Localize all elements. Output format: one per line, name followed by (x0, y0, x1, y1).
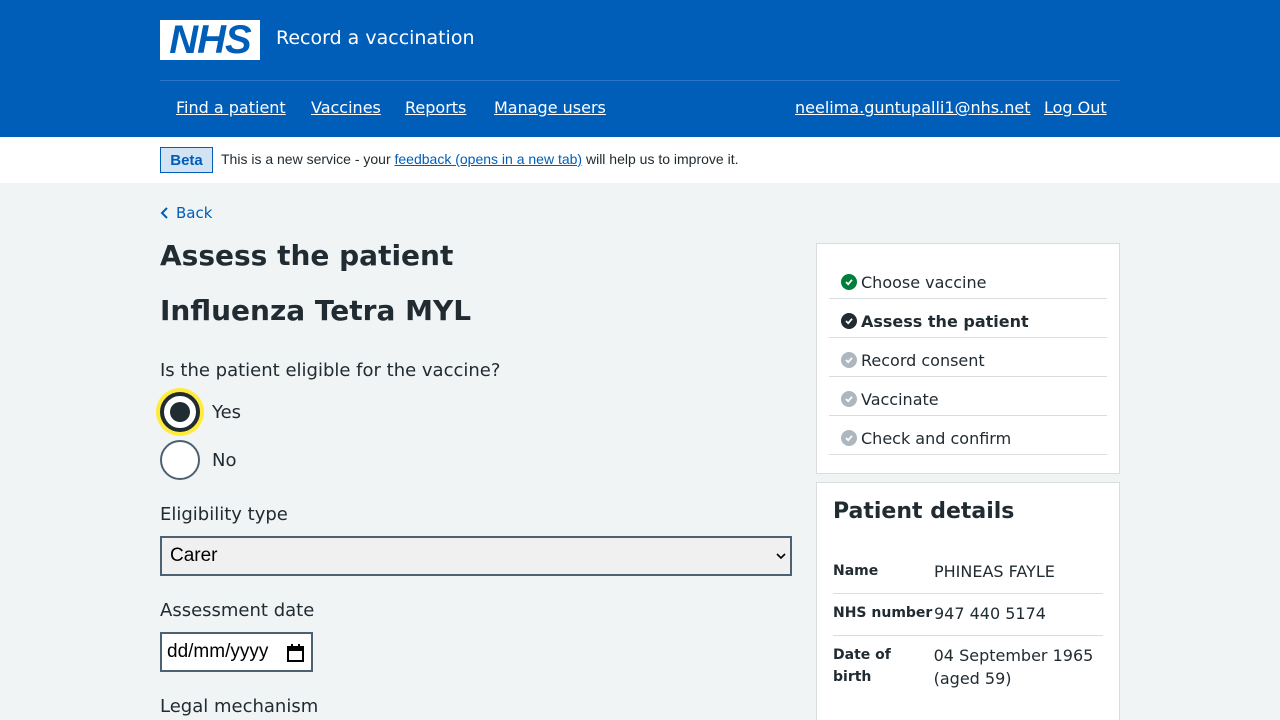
check-icon (841, 274, 857, 290)
nav-user-email[interactable]: neelima.guntupalli1@nhs.net (795, 98, 1030, 118)
legal-mechanism-label: Legal mechanism (160, 696, 319, 717)
patient-row-name: Name PHINEAS FAYLE (833, 552, 1103, 594)
beta-banner: Beta This is a new service - your feedba… (0, 137, 1280, 183)
main-content: Back Assess the patient Influenza Tetra … (160, 183, 1120, 720)
eligibility-type-label: Eligibility type (160, 504, 288, 525)
check-icon (841, 313, 857, 329)
chevron-down-icon (776, 553, 786, 560)
back-link[interactable]: Back (160, 204, 212, 222)
step-record-consent: Record consent (829, 338, 1107, 377)
patient-row-nhs-number: NHS number 947 440 5174 (833, 594, 1103, 636)
patient-row-dob: Date of birth 04 September 1965 (aged 59… (833, 646, 1094, 688)
page-title: Assess the patient (160, 239, 454, 272)
beta-text: This is a new service - your feedback (o… (221, 151, 739, 167)
service-name[interactable]: Record a vaccination (276, 25, 475, 51)
assessment-date-input[interactable]: dd/mm/yyyy (160, 632, 313, 672)
radio-no-input[interactable] (160, 440, 200, 480)
primary-nav: Find a patient Vaccines Reports Manage u… (160, 80, 1120, 137)
assessment-date-label: Assessment date (160, 600, 315, 621)
beta-tag: Beta (160, 147, 213, 173)
nav-manage-users[interactable]: Manage users (494, 98, 606, 118)
nav-find-patient[interactable]: Find a patient (176, 98, 286, 118)
calendar-icon[interactable] (287, 644, 304, 662)
step-check-confirm: Check and confirm (829, 416, 1107, 455)
radio-no-label: No (212, 449, 237, 471)
chevron-left-icon (160, 207, 168, 219)
eligibility-type-select[interactable]: Carer (160, 536, 792, 576)
radio-yes[interactable]: Yes (160, 392, 241, 432)
radio-no[interactable]: No (160, 440, 236, 480)
patient-details-title: Patient details (833, 499, 1015, 524)
step-choose-vaccine: Choose vaccine (829, 260, 1107, 299)
check-icon (841, 352, 857, 368)
nav-log-out[interactable]: Log Out (1044, 98, 1107, 118)
check-icon (841, 391, 857, 407)
nav-vaccines[interactable]: Vaccines (311, 98, 381, 118)
vaccine-name: Influenza Tetra MYL (160, 294, 472, 327)
step-assess-patient: Assess the patient (829, 299, 1107, 338)
eligibility-question: Is the patient eligible for the vaccine? (160, 360, 501, 381)
patient-details-card: Patient details Name PHINEAS FAYLE NHS n… (816, 482, 1120, 720)
nhs-logo[interactable]: NHS (160, 20, 260, 60)
header: NHS Record a vaccination Find a patient … (0, 0, 1280, 137)
nav-reports[interactable]: Reports (405, 98, 466, 118)
radio-yes-input[interactable] (160, 392, 200, 432)
step-vaccinate: Vaccinate (829, 377, 1107, 416)
feedback-link[interactable]: feedback (opens in a new tab) (395, 151, 583, 167)
check-icon (841, 430, 857, 446)
task-list: Choose vaccine Assess the patient Record… (816, 243, 1120, 474)
radio-yes-label: Yes (212, 401, 242, 423)
